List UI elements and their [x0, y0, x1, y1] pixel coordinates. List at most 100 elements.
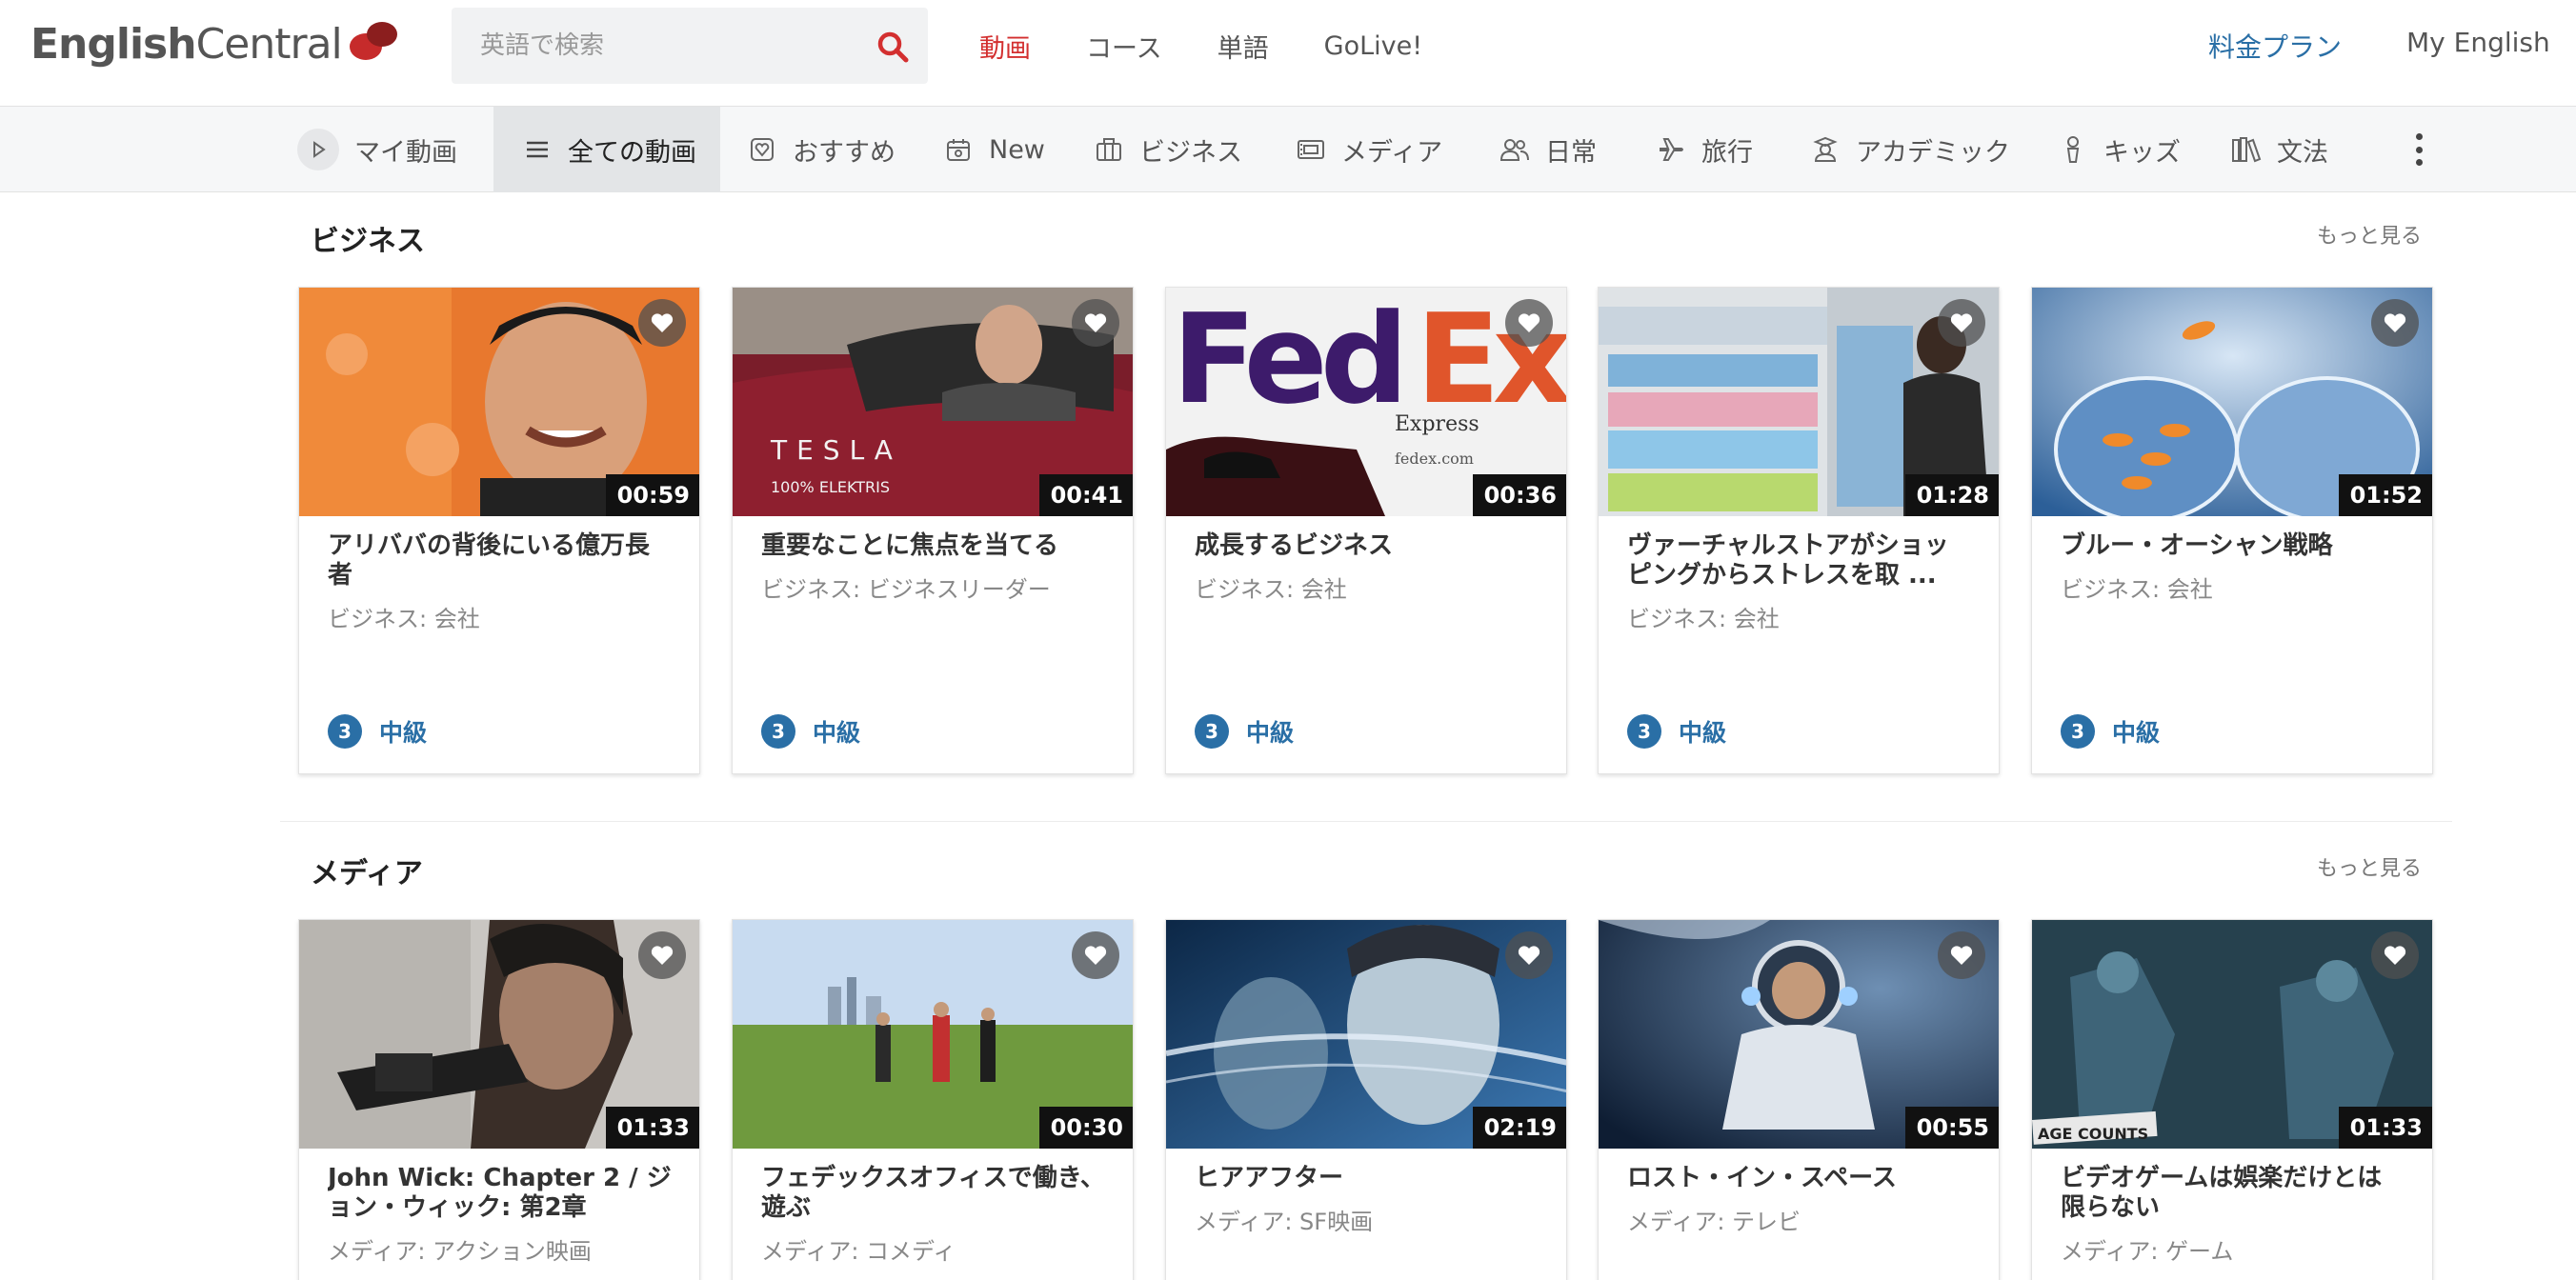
category-academic[interactable]: アカデミック	[1810, 107, 2010, 192]
video-title[interactable]: ヴァーチャルストアがショッピングからストレスを取 ...	[1627, 531, 1972, 590]
section-divider	[280, 821, 2452, 822]
svg-text:fedex.com: fedex.com	[1395, 450, 1474, 468]
favorite-button[interactable]	[1072, 299, 1119, 347]
logo-speech-bubbles-icon	[346, 20, 403, 68]
video-card[interactable]: 01:52 ブルー・オーシャン戦略 ビジネス: 会社 3 中級	[2031, 287, 2433, 774]
category-my-videos[interactable]: マイ動画	[297, 107, 493, 192]
my-english-link[interactable]: My English	[2406, 27, 2550, 58]
favorite-button[interactable]	[638, 299, 686, 347]
pricing-link[interactable]: 料金プラン	[2208, 27, 2342, 65]
svg-text:TESLA: TESLA	[770, 434, 902, 466]
nav-words[interactable]: 単語	[1218, 28, 1269, 65]
video-title[interactable]: ロスト・イン・スペース	[1627, 1164, 1972, 1193]
video-category: ビジネス: 会社	[1195, 576, 1347, 603]
people-icon	[1499, 134, 1530, 165]
video-duration: 02:19	[1472, 1107, 1566, 1149]
video-title[interactable]: 成長するビジネス	[1195, 531, 1540, 561]
heart-icon	[1950, 313, 1973, 332]
video-card[interactable]: 00:59 アリババの背後にいる億万長者 ビジネス: 会社 3 中級	[298, 287, 700, 774]
video-title[interactable]: アリババの背後にいる億万長者	[328, 531, 673, 590]
favorite-button[interactable]	[1505, 299, 1553, 347]
heart-icon	[1084, 946, 1107, 965]
video-thumbnail[interactable]: 01:33	[299, 920, 699, 1149]
favorite-button[interactable]	[1505, 931, 1553, 979]
video-duration: 00:36	[1472, 474, 1566, 516]
heart-box-icon	[747, 134, 777, 165]
video-card[interactable]: 00:30 フェデックスオフィスで働き、遊ぶ メディア: コメディ	[732, 919, 1134, 1280]
see-more-business-link[interactable]: もっと見る	[2317, 219, 2422, 250]
category-label: おすすめ	[793, 137, 896, 168]
graduate-icon	[1810, 134, 1841, 165]
level-number: 3	[328, 714, 362, 749]
video-duration: 00:59	[605, 474, 699, 516]
video-thumbnail[interactable]: 00:30	[733, 920, 1133, 1149]
video-category: ビジネス: 会社	[2061, 576, 2213, 603]
category-label: 日常	[1545, 137, 1597, 168]
level-label: 中級	[1246, 719, 1295, 747]
category-media[interactable]: メディア	[1296, 107, 1442, 192]
video-duration: 00:41	[1038, 474, 1133, 516]
video-thumbnail[interactable]: 02:19	[1166, 920, 1566, 1149]
search-icon[interactable]	[876, 30, 909, 63]
video-card[interactable]: Fed Ex Express fedex.com 00:36 成長するビジネス …	[1165, 287, 1567, 774]
video-category: メディア: SF映画	[1195, 1209, 1374, 1235]
nav-golive[interactable]: GoLive!	[1324, 31, 1422, 61]
video-title[interactable]: ブルー・オーシャン戦略	[2061, 531, 2405, 561]
video-thumbnail[interactable]: Fed Ex Express fedex.com 00:36	[1166, 288, 1566, 516]
airplane-icon	[1656, 134, 1686, 165]
kids-icon	[2058, 134, 2088, 165]
video-title[interactable]: ヒアアフター	[1195, 1164, 1540, 1193]
category-travel[interactable]: 旅行	[1656, 107, 1753, 192]
svg-text:AGE COUNTS: AGE COUNTS	[2038, 1125, 2148, 1143]
video-duration: 00:55	[1904, 1107, 1999, 1149]
video-card[interactable]: 02:19 ヒアアフター メディア: SF映画	[1165, 919, 1567, 1280]
category-label: ビジネス	[1139, 137, 1242, 168]
video-category: ビジネス: ビジネスリーダー	[761, 576, 1051, 603]
favorite-button[interactable]	[1938, 299, 1985, 347]
see-more-media-link[interactable]: もっと見る	[2317, 851, 2422, 882]
category-daily-life[interactable]: 日常	[1499, 107, 1597, 192]
level-number: 3	[2061, 714, 2095, 749]
video-duration: 01:52	[2338, 474, 2432, 516]
video-title[interactable]: フェデックスオフィスで働き、遊ぶ	[761, 1164, 1106, 1223]
level-label: 中級	[379, 719, 428, 747]
category-kids[interactable]: キッズ	[2058, 107, 2181, 192]
video-thumbnail[interactable]: 00:55	[1599, 920, 1999, 1149]
video-title[interactable]: ビデオゲームは娯楽だけとは限らない	[2061, 1164, 2405, 1223]
video-thumbnail[interactable]: 00:59	[299, 288, 699, 516]
category-label: 旅行	[1701, 137, 1753, 168]
more-vertical-icon[interactable]	[2405, 133, 2433, 166]
category-new[interactable]: New	[943, 107, 1045, 192]
video-thumbnail[interactable]: AGE COUNTS 01:33	[2032, 920, 2432, 1149]
video-category: メディア: ゲーム	[2061, 1238, 2234, 1265]
search-input[interactable]	[480, 31, 861, 60]
video-card[interactable]: 01:28 ヴァーチャルストアがショッピングからストレスを取 ... ビジネス:…	[1598, 287, 2000, 774]
favorite-button[interactable]	[2371, 299, 2419, 347]
video-title[interactable]: 重要なことに焦点を当てる	[761, 531, 1106, 561]
video-title[interactable]: John Wick: Chapter 2 / ジョン・ウィック: 第2章	[328, 1164, 673, 1223]
category-grammar[interactable]: 文法	[2231, 107, 2328, 192]
video-card[interactable]: AGE COUNTS 01:33 ビデオゲームは娯楽だけとは限らない メディア:…	[2031, 919, 2433, 1280]
svg-text:Fed: Fed	[1172, 288, 1401, 431]
category-business[interactable]: ビジネス	[1094, 107, 1242, 192]
favorite-button[interactable]	[2371, 931, 2419, 979]
play-icon	[297, 129, 339, 170]
video-card[interactable]: TESLA 100% ELEKTRIS 00:41 重要なことに焦点を当てる ビ…	[732, 287, 1134, 774]
film-icon	[1296, 134, 1326, 165]
favorite-button[interactable]	[1072, 931, 1119, 979]
video-card[interactable]: 01:33 John Wick: Chapter 2 / ジョン・ウィック: 第…	[298, 919, 700, 1280]
englishcentral-logo[interactable]: EnglishCentral	[30, 15, 403, 72]
favorite-button[interactable]	[1938, 931, 1985, 979]
video-card[interactable]: 00:55 ロスト・イン・スペース メディア: テレビ	[1598, 919, 2000, 1280]
nav-courses[interactable]: コース	[1086, 28, 1162, 65]
category-label: 文法	[2277, 137, 2328, 168]
video-thumbnail[interactable]: 01:52	[2032, 288, 2432, 516]
nav-videos[interactable]: 動画	[979, 28, 1031, 65]
video-thumbnail[interactable]: 01:28	[1599, 288, 1999, 516]
favorite-button[interactable]	[638, 931, 686, 979]
level-badge: 3 中級	[1627, 714, 1726, 749]
category-all-videos[interactable]: 全ての動画	[493, 107, 720, 192]
level-number: 3	[761, 714, 795, 749]
video-thumbnail[interactable]: TESLA 100% ELEKTRIS 00:41	[733, 288, 1133, 516]
category-recommended[interactable]: おすすめ	[747, 107, 896, 192]
